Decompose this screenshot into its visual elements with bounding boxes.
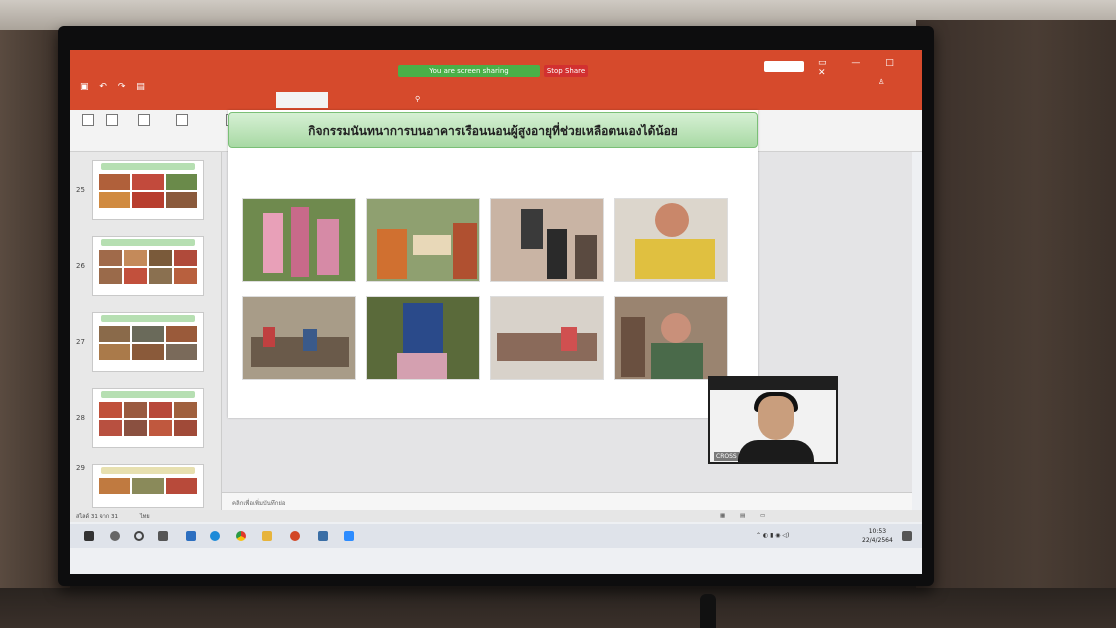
screen-sharing-label: You are screen sharing bbox=[429, 67, 509, 75]
current-slide: กิจกรรมนันทนาการบนอาคารเรือนนอนผู้สูงอาย… bbox=[228, 110, 758, 418]
floor bbox=[0, 588, 1116, 628]
view-normal-icon[interactable]: ▦ bbox=[720, 513, 725, 519]
close-icon[interactable]: ✕ bbox=[818, 68, 826, 78]
activity-photo bbox=[366, 296, 480, 380]
powerpoint-icon[interactable] bbox=[290, 531, 300, 541]
slide-number: 25 bbox=[76, 186, 85, 194]
chrome-icon[interactable] bbox=[236, 531, 246, 541]
thumbnail-photos bbox=[93, 400, 203, 438]
slide-thumbnail[interactable] bbox=[92, 312, 204, 372]
thumbnail-title-band bbox=[101, 163, 195, 170]
thumbnail-photos bbox=[93, 476, 203, 496]
search-icon[interactable] bbox=[110, 531, 120, 541]
speaker-notes[interactable]: คลิกเพื่อเพิ่มบันทึกย่อ bbox=[222, 492, 912, 510]
activity-photo bbox=[614, 296, 728, 380]
cortana-icon[interactable] bbox=[134, 531, 144, 541]
system-tray[interactable]: ⌃ ◐ ▮ ◉ ◁) bbox=[756, 532, 789, 539]
activity-photo bbox=[614, 198, 728, 282]
zoom-video-thumbnail[interactable]: CROSS bbox=[708, 376, 838, 464]
activity-photo bbox=[242, 198, 356, 282]
language-indicator[interactable]: ไทย bbox=[140, 513, 150, 521]
person-body bbox=[738, 440, 814, 462]
play-current-icon bbox=[106, 114, 118, 126]
task-view-icon[interactable] bbox=[158, 531, 168, 541]
network-app-icon[interactable] bbox=[318, 531, 328, 541]
edge-icon[interactable] bbox=[210, 531, 220, 541]
ribbon-button-present-online[interactable] bbox=[132, 114, 156, 128]
slide-thumbnail-pane: 25 26 27 28 29 bbox=[70, 152, 222, 510]
thumbnail-title-band bbox=[101, 467, 195, 474]
ribbon-button-from-start[interactable] bbox=[76, 114, 100, 128]
participant-name: CROSS bbox=[714, 452, 739, 461]
thumbnail-title-band bbox=[101, 315, 195, 322]
slide-thumbnail[interactable] bbox=[92, 160, 204, 220]
view-sorter-icon[interactable]: ▤ bbox=[740, 513, 745, 519]
start-icon[interactable] bbox=[84, 531, 94, 541]
video-toolbar[interactable] bbox=[710, 378, 836, 390]
slide-thumbnail[interactable] bbox=[92, 388, 204, 448]
mail-icon[interactable] bbox=[186, 531, 196, 541]
notes-placeholder: คลิกเพื่อเพิ่มบันทึกย่อ bbox=[232, 500, 286, 507]
clock-date: 22/4/2564 bbox=[862, 537, 893, 544]
ribbon-button-custom-show[interactable] bbox=[170, 114, 194, 128]
present-online-icon bbox=[138, 114, 150, 126]
stop-share-button[interactable]: Stop Share bbox=[544, 65, 588, 77]
stop-share-label: Stop Share bbox=[546, 67, 586, 75]
powerpoint-title-bar: ▣ ↶ ↷ ▤ You are screen sharing Stop Shar… bbox=[70, 50, 922, 92]
activity-photo bbox=[490, 198, 604, 282]
slide-number: 26 bbox=[76, 262, 85, 270]
account-button[interactable] bbox=[764, 61, 804, 72]
zoom-icon[interactable] bbox=[344, 531, 354, 541]
activity-photo bbox=[490, 296, 604, 380]
custom-show-icon bbox=[176, 114, 188, 126]
slide-number: 28 bbox=[76, 414, 85, 422]
slide-number: 27 bbox=[76, 338, 85, 346]
activity-photo bbox=[242, 296, 356, 380]
tell-me-search[interactable]: ⚲ bbox=[415, 95, 420, 103]
slide-title: กิจกรรมนันทนาการบนอาคารเรือนนอนผู้สูงอาย… bbox=[228, 112, 758, 148]
person-face bbox=[758, 396, 794, 440]
screen-sharing-banner[interactable]: You are screen sharing bbox=[398, 65, 540, 77]
ribbon-tabs: ⚲ bbox=[70, 90, 922, 110]
taskbar-clock[interactable]: 10:53 22/4/2564 bbox=[862, 527, 893, 545]
slide-thumbnail[interactable] bbox=[92, 464, 204, 508]
thumbnail-photos bbox=[93, 172, 203, 210]
view-reading-icon[interactable]: ▭ bbox=[760, 513, 765, 519]
ribbon-display-icon[interactable]: ▭ bbox=[818, 58, 827, 68]
window-controls: ▭ — □ ✕ bbox=[818, 58, 922, 78]
windows-taskbar: ⌃ ◐ ▮ ◉ ◁) 10:53 22/4/2564 bbox=[70, 524, 922, 548]
slide-number: 29 bbox=[76, 464, 85, 472]
maximize-icon[interactable]: □ bbox=[885, 58, 894, 68]
thumbnail-photos bbox=[93, 248, 203, 286]
notifications-icon[interactable] bbox=[902, 531, 912, 541]
thumbnail-title-band bbox=[101, 239, 195, 246]
tab-slideshow[interactable] bbox=[276, 92, 328, 108]
file-explorer-icon[interactable] bbox=[262, 531, 272, 541]
minimize-icon[interactable]: — bbox=[851, 58, 860, 68]
play-from-start-icon bbox=[82, 114, 94, 126]
wall-right bbox=[916, 20, 1116, 628]
ribbon-button-from-current[interactable] bbox=[100, 114, 124, 128]
clock-time: 10:53 bbox=[868, 528, 887, 535]
status-bar: สไลด์ 31 จาก 31 ไทย ▦ ▤ ▭ bbox=[70, 510, 922, 522]
thumbnail-title-band bbox=[101, 391, 195, 398]
slide-thumbnail[interactable] bbox=[92, 236, 204, 296]
microphone-stand bbox=[700, 594, 716, 628]
activity-photo bbox=[366, 198, 480, 282]
thumbnail-photos bbox=[93, 324, 203, 362]
slide-count: สไลด์ 31 จาก 31 bbox=[76, 514, 118, 520]
share-button[interactable]: ♙ bbox=[878, 78, 884, 86]
